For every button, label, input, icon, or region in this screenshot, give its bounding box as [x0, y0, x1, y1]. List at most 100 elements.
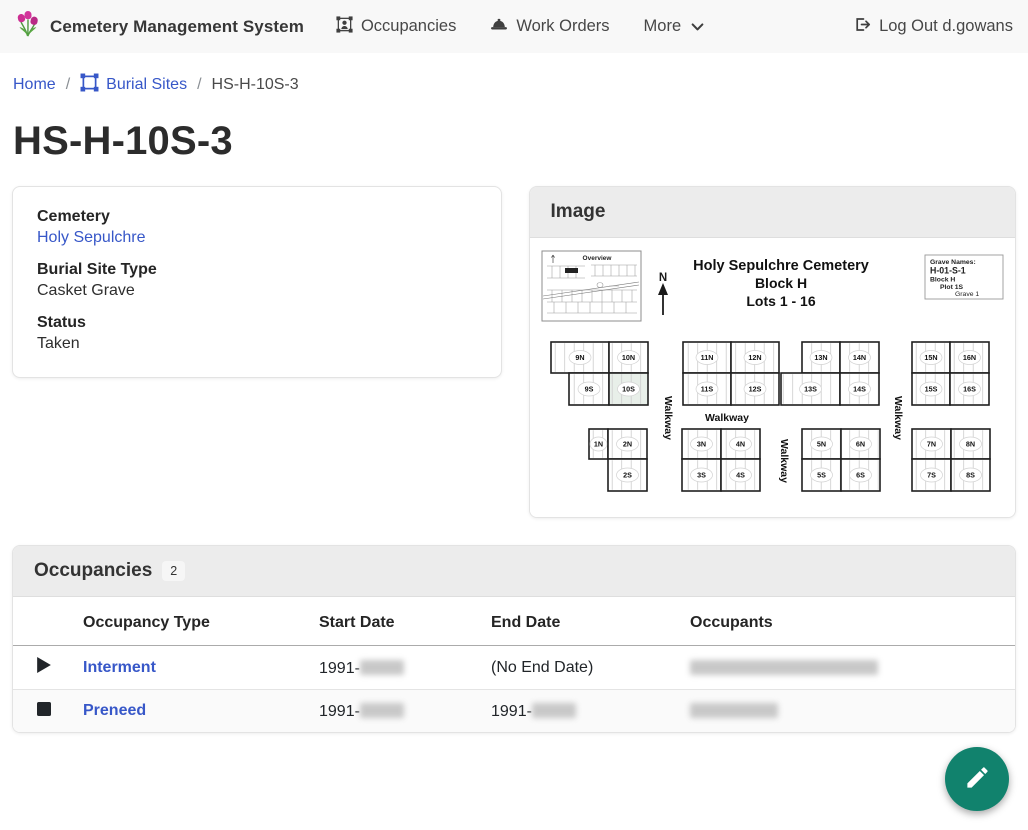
column-end-date: End Date — [483, 597, 682, 646]
lot-label: 10S — [622, 385, 635, 394]
image-card: Image Overview — [529, 186, 1016, 518]
burial-site-details-card: Cemetery Holy Sepulchre Burial Site Type… — [12, 186, 502, 378]
grave-names-legend: Grave Names: H-01-S-1 Block H Plot 1S Gr… — [925, 255, 1003, 299]
walkway-label: Walkway — [705, 412, 749, 424]
occupancy-link-preneed[interactable]: Preneed — [83, 702, 146, 719]
lot-label: 5S — [817, 471, 826, 480]
svg-text:Plot 1S: Plot 1S — [940, 284, 964, 291]
walkway-label: Walkway — [662, 396, 674, 440]
occupancies-title: Occupancies — [34, 560, 152, 582]
map-title: Holy Sepulchre Cemetery Block H Lots 1 -… — [693, 258, 869, 309]
lot-label: 4N — [735, 440, 744, 449]
svg-text:Block H: Block H — [930, 277, 955, 284]
lot-label: 9N — [575, 353, 584, 362]
cemetery-map-lots: 9N10N9S10S11N12N11S12S13N14N13S14S15N16N… — [551, 342, 990, 491]
end-date-prefix: 1991- — [491, 703, 532, 720]
tulip-logo-icon — [15, 9, 41, 44]
lot-label: 4S — [736, 471, 745, 480]
nav-work-orders[interactable]: Work Orders — [490, 17, 609, 37]
lot-label: 1N — [593, 440, 602, 449]
lot-label: 5N — [816, 440, 825, 449]
burial-site-type-label: Burial Site Type — [37, 261, 477, 279]
redacted-occupants — [690, 660, 878, 675]
lot-label: 12S — [748, 385, 761, 394]
start-date-prefix: 1991- — [319, 703, 360, 720]
table-header-row: Occupancy Type Start Date End Date Occup… — [13, 597, 1015, 646]
occupancies-count-badge: 2 — [162, 561, 185, 581]
breadcrumb-burial-sites-label: Burial Sites — [106, 76, 187, 94]
sign-out-icon — [853, 16, 871, 38]
redacted-occupants — [690, 703, 778, 718]
hard-hat-icon — [490, 17, 508, 37]
occupancies-header: Occupancies 2 — [13, 546, 1015, 597]
vector-square-icon — [80, 73, 99, 97]
lot-label: 3S — [697, 471, 706, 480]
lot-label: 11S — [700, 385, 713, 394]
svg-text:Grave 1: Grave 1 — [955, 291, 979, 298]
lot-label: 7N — [926, 440, 935, 449]
breadcrumb-burial-sites[interactable]: Burial Sites — [80, 73, 187, 97]
redacted-start-date — [360, 660, 404, 675]
table-row-preneed: Preneed 1991- 1991- — [13, 690, 1015, 733]
svg-text:Block H: Block H — [754, 275, 806, 291]
lot-label: 8N — [965, 440, 974, 449]
lot-label: 6S — [856, 471, 865, 480]
lot-label: 14N — [852, 353, 865, 362]
svg-text:Holy Sepulchre Cemetery: Holy Sepulchre Cemetery — [693, 258, 869, 274]
lot-label: 2S — [623, 471, 632, 480]
burial-site-type-value: Casket Grave — [37, 282, 477, 300]
occupancies-table: Occupancy Type Start Date End Date Occup… — [13, 597, 1015, 732]
nav-logout-label: Log Out d.gowans — [879, 17, 1013, 36]
image-card-header: Image — [530, 187, 1015, 238]
lot-label: 12N — [748, 353, 761, 362]
app-brand: Cemetery Management System — [15, 9, 304, 44]
content-row: Cemetery Holy Sepulchre Burial Site Type… — [0, 186, 1028, 518]
svg-text:Overview: Overview — [582, 255, 612, 262]
lot-label: 16S — [963, 385, 976, 394]
nav-more[interactable]: More — [644, 16, 705, 37]
walkway-label: Walkway — [892, 396, 904, 440]
occupancies-frame-person-icon — [336, 16, 353, 38]
lot-label: 14S — [853, 385, 866, 394]
image-card-title: Image — [551, 201, 606, 223]
cemetery-map-svg: Overview N — [541, 245, 1005, 503]
table-row-interment: Interment 1991- (No End Date) — [13, 646, 1015, 690]
lot-label: 15S — [924, 385, 937, 394]
lot-label: 9S — [584, 385, 593, 394]
breadcrumb-current: HS-H-10S-3 — [212, 76, 299, 94]
nav-occupancies-label: Occupancies — [361, 17, 456, 36]
edit-button[interactable] — [945, 747, 1009, 811]
breadcrumb-home[interactable]: Home — [13, 76, 56, 94]
lot-label: 13S — [804, 385, 817, 394]
stop-square-icon — [37, 703, 51, 720]
svg-text:Lots 1 - 16: Lots 1 - 16 — [746, 293, 815, 309]
navbar: Cemetery Management System Occupancies — [0, 0, 1028, 53]
lot-label: 8S — [966, 471, 975, 480]
walkway-label: Walkway — [778, 439, 790, 483]
svg-text:H-01-S-1: H-01-S-1 — [930, 266, 966, 276]
status-label: Status — [37, 314, 477, 332]
overview-thumbnail: Overview — [542, 251, 641, 321]
column-start-date: Start Date — [311, 597, 483, 646]
app-title: Cemetery Management System — [50, 17, 304, 37]
start-date-prefix: 1991- — [319, 660, 360, 677]
breadcrumb-separator: / — [197, 76, 201, 94]
page-title: HS-H-10S-3 — [0, 119, 1028, 164]
lot-label: 7S — [927, 471, 936, 480]
lot-label: 10N — [621, 353, 634, 362]
occupancy-link-interment[interactable]: Interment — [83, 659, 156, 676]
nav-occupancies[interactable]: Occupancies — [336, 16, 456, 38]
lot-label: 6N — [855, 440, 864, 449]
lot-label: 11N — [700, 353, 713, 362]
chevron-down-icon — [691, 18, 704, 37]
north-arrow: N — [658, 272, 668, 315]
end-date-text: (No End Date) — [491, 659, 593, 676]
lot-label: 13N — [814, 353, 827, 362]
nav-logout[interactable]: Log Out d.gowans — [853, 16, 1013, 38]
play-icon — [37, 660, 51, 677]
breadcrumb-separator: / — [66, 76, 70, 94]
lot-label: 3N — [696, 440, 705, 449]
occupancies-card: Occupancies 2 Occupancy Type Start Date … — [12, 545, 1016, 733]
cemetery-link[interactable]: Holy Sepulchre — [37, 229, 146, 246]
svg-text:N: N — [658, 272, 666, 284]
